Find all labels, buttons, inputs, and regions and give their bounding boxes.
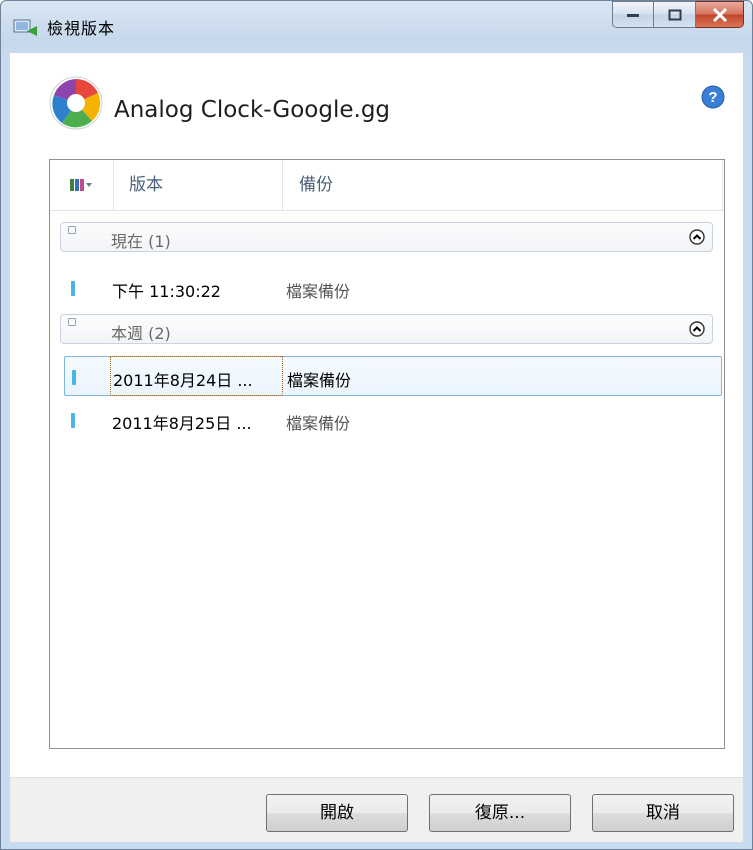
- maximize-icon: [668, 9, 681, 20]
- file-name: Analog Clock-Google.gg: [114, 97, 391, 123]
- title-bar[interactable]: 檢視版本: [1, 1, 752, 53]
- collapse-icon[interactable]: [689, 229, 705, 245]
- collapse-icon[interactable]: [689, 321, 705, 337]
- file-backup-marker-icon: [71, 281, 75, 296]
- svg-text:?: ?: [708, 89, 717, 106]
- dialog-body: Analog Clock-Google.gg ? 版本 備份 現在 (1) 下午…: [10, 53, 743, 777]
- group-label: 現在 (1): [111, 232, 171, 251]
- file-header: Analog Clock-Google.gg ?: [10, 53, 743, 153]
- group-header-this-week[interactable]: 本週 (2): [60, 314, 713, 344]
- table-row[interactable]: 下午 11:30:22 檔案備份: [64, 268, 722, 308]
- view-versions-window: 檢視版本 Analog Clock-Google.gg ? 版本 備份 現在 (…: [0, 0, 753, 850]
- minimize-icon: [627, 13, 639, 17]
- close-button[interactable]: [696, 1, 744, 28]
- version-cell: 2011年8月24日 ...: [113, 371, 253, 390]
- list-header: 版本 備份: [50, 160, 724, 211]
- backup-type-cell: 檔案備份: [287, 371, 352, 390]
- picasa-logo-icon: [49, 76, 103, 130]
- file-backup-marker-icon: [72, 370, 76, 385]
- restore-version-icon: [13, 19, 37, 36]
- column-chooser-button[interactable]: [50, 160, 114, 210]
- backup-type-cell: 檔案備份: [286, 414, 351, 433]
- caption-buttons: [612, 1, 744, 31]
- column-header-backup[interactable]: 備份: [283, 160, 723, 210]
- restore-button[interactable]: 復原...: [429, 794, 571, 832]
- cancel-button[interactable]: 取消: [592, 794, 734, 832]
- file-backup-marker-icon: [71, 413, 75, 428]
- group-icon: [68, 318, 76, 326]
- version-cell: 下午 11:30:22: [112, 282, 221, 301]
- button-bar: 開啟 復原... 取消: [10, 777, 743, 842]
- window-title: 檢視版本: [47, 19, 116, 38]
- group-icon: [68, 226, 76, 234]
- table-row-selected[interactable]: 2011年8月24日 ... 檔案備份: [64, 356, 722, 396]
- minimize-button[interactable]: [612, 1, 654, 28]
- open-button[interactable]: 開啟: [266, 794, 408, 832]
- column-header-version[interactable]: 版本: [113, 160, 283, 210]
- maximize-button[interactable]: [654, 1, 696, 28]
- versions-list[interactable]: 版本 備份 現在 (1) 下午 11:30:22 檔案備份 本週 (2) 201…: [49, 159, 725, 749]
- group-label: 本週 (2): [111, 324, 171, 343]
- version-cell: 2011年8月25日 ...: [112, 414, 252, 433]
- close-icon: [712, 7, 727, 22]
- columns-icon: [70, 179, 92, 191]
- backup-type-cell: 檔案備份: [286, 282, 351, 301]
- table-row[interactable]: 2011年8月25日 ... 檔案備份: [64, 400, 722, 440]
- help-icon[interactable]: ?: [701, 85, 725, 109]
- group-header-now[interactable]: 現在 (1): [60, 222, 713, 252]
